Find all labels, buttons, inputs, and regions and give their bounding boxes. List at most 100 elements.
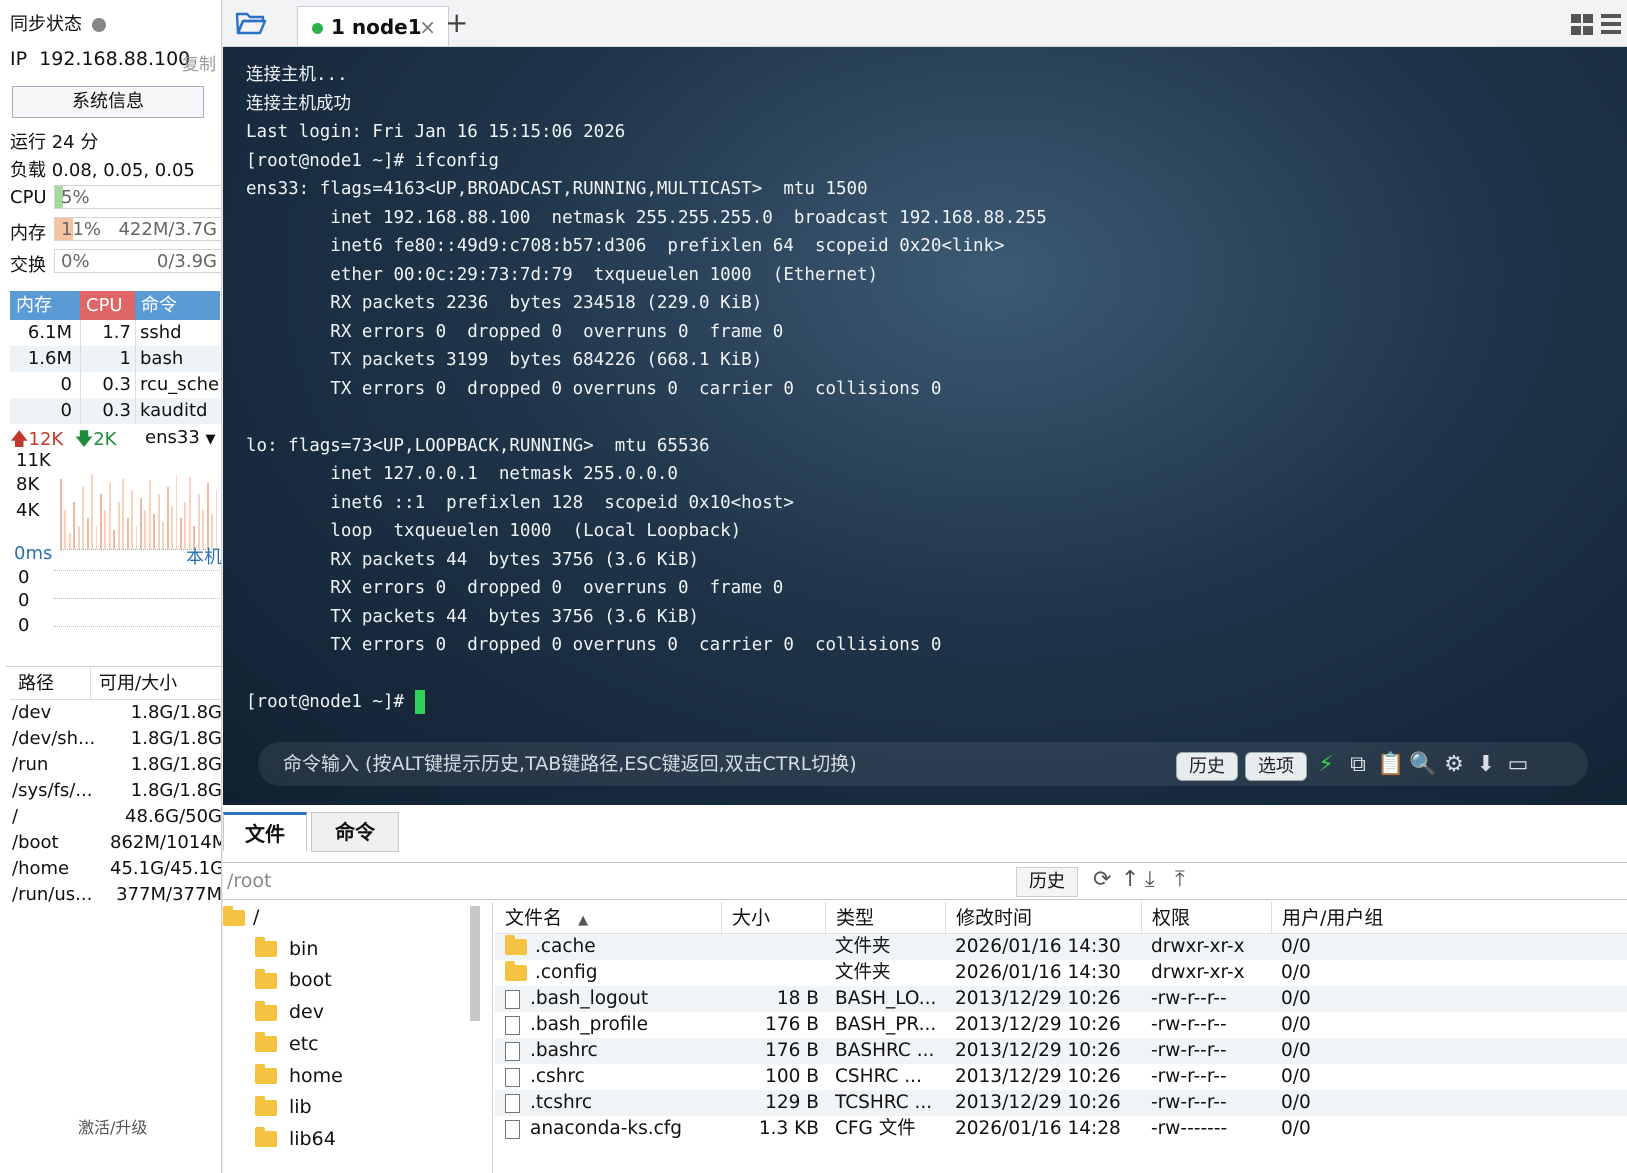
gear-icon[interactable]: ⚙ xyxy=(1441,752,1467,778)
add-tab-button[interactable]: + xyxy=(445,6,468,39)
disk-row[interactable]: /home 45.1G/45.1G xyxy=(10,856,221,882)
tree-item-bin[interactable]: bin xyxy=(255,937,318,960)
maximize-icon[interactable]: ▭ xyxy=(1505,752,1531,778)
copy-icon[interactable]: ⧉ xyxy=(1345,752,1371,778)
tree-item-lib[interactable]: lib xyxy=(255,1095,312,1118)
file-row[interactable]: .bash_profile 176 B BASH_PR... 2013/12/29 1… xyxy=(495,1012,1627,1038)
file-type: CFG 文件 xyxy=(835,1118,916,1139)
mem-percent: 11% xyxy=(61,219,102,240)
column-header-type[interactable]: 类型 xyxy=(825,902,945,933)
file-row[interactable]: .bash_logout 18 B BASH_LO... 2013/12/29 10:… xyxy=(495,986,1627,1012)
disk-row[interactable]: / 48.6G/50G xyxy=(10,804,221,830)
file-name: .bash_profile xyxy=(530,1014,649,1035)
disk-header-path[interactable]: 路径 xyxy=(10,668,90,699)
terminal-line: lo: flags=73<UP,LOOPBACK,RUNNING> mtu 65… xyxy=(246,435,710,456)
ping-grid-line xyxy=(54,598,220,599)
file-owner: 0/0 xyxy=(1281,1014,1311,1035)
disk-row[interactable]: /run 1.8G/1.8G xyxy=(10,752,221,778)
file-row[interactable]: .tcshrc 129 B TCSHRC ... 2013/12/29 10:26 -r… xyxy=(495,1090,1627,1116)
process-header-cmd[interactable]: 命令 xyxy=(135,291,220,320)
session-tab-node1[interactable]: 1 node1 × xyxy=(297,6,449,46)
process-table: 内存 CPU 命令 6.1M 1.7 sshd 1.6M 1 bash 0 0.3 rcu_sc… xyxy=(10,291,220,424)
upload-icon[interactable]: ⤒ xyxy=(1175,867,1185,892)
file-name: .cache xyxy=(535,936,596,957)
file-row[interactable]: .bashrc 176 B BASHRC ... 2013/12/29 10:26 -r… xyxy=(495,1038,1627,1064)
swap-meter: 0% 0/3.9G xyxy=(54,249,221,273)
terminal[interactable]: 连接主机... 连接主机成功 Last login: Fri Jan 16 15:1… xyxy=(223,47,1627,805)
file-permissions: -rw------- xyxy=(1151,1118,1228,1139)
layout-grid-icon[interactable] xyxy=(1571,14,1621,36)
disk-row[interactable]: /dev 1.8G/1.8G xyxy=(10,700,221,726)
disk-row[interactable]: /sys/fs/... 1.8G/1.8G xyxy=(10,778,222,804)
paste-icon[interactable]: 📋 xyxy=(1377,752,1404,778)
download-icon[interactable]: ⤓ xyxy=(1145,867,1155,892)
network-interface-select[interactable]: ens33 ▼ xyxy=(145,427,216,448)
history-button[interactable]: 历史 xyxy=(1176,752,1238,781)
refresh-icon[interactable]: ⟳ xyxy=(1093,867,1111,892)
file-row[interactable]: .cshrc 100 B CSHRC ... 2013/12/29 10:26 -rw-… xyxy=(495,1064,1627,1090)
process-row[interactable]: 0 0.3 kauditd xyxy=(10,398,220,424)
tab-files[interactable]: 文件 xyxy=(223,812,307,852)
arrow-down-icon[interactable]: ⬇ xyxy=(1473,752,1499,778)
folder-icon xyxy=(505,935,527,955)
process-header-mem[interactable]: 内存 xyxy=(10,291,80,320)
file-type: CSHRC ... xyxy=(835,1066,922,1087)
process-row[interactable]: 1.6M 1 bash xyxy=(10,346,220,372)
net-traffic-bar xyxy=(157,494,160,549)
disk-row[interactable]: /boot 862M/1014M xyxy=(10,830,221,856)
file-owner: 0/0 xyxy=(1281,1066,1311,1087)
file-owner: 0/0 xyxy=(1281,1092,1311,1113)
file-mtime: 2026/01/16 14:30 xyxy=(955,962,1121,983)
file-size: 18 B xyxy=(776,988,819,1009)
sync-status-dot-icon xyxy=(92,18,106,32)
disk-header-size[interactable]: 可用/大小 xyxy=(90,668,220,699)
column-header-size[interactable]: 大小 xyxy=(721,902,825,933)
path-input[interactable]: /root xyxy=(227,870,272,892)
tree-item-etc[interactable]: etc xyxy=(255,1032,319,1055)
copy-ip-button[interactable]: 复制 xyxy=(182,50,216,75)
file-manager-pane: 文件 命令 /root 历史 ⟳ ↑ ⤓ ⤒ / bin boot dev etc hom… xyxy=(223,805,1627,1173)
disk-row[interactable]: /dev/sh... 1.8G/1.8G xyxy=(10,726,221,752)
terminal-line: inet 192.168.88.100 netmask 255.255.255.… xyxy=(246,207,1047,228)
tree-item-label: home xyxy=(289,1064,343,1087)
file-name-cell: .bash_profile xyxy=(495,1012,721,1038)
process-cpu: 1 xyxy=(80,346,135,372)
tree-item-home[interactable]: home xyxy=(255,1064,343,1087)
system-info-button[interactable]: 系统信息 xyxy=(12,86,204,118)
activate-upgrade-link[interactable]: 激活/升级 xyxy=(78,1114,147,1138)
tree-item-boot[interactable]: boot xyxy=(255,968,332,991)
file-permissions: -rw-r--r-- xyxy=(1151,1014,1227,1035)
disk-table: 路径 可用/大小 /dev 1.8G/1.8G/dev/sh... 1.8G/1.8… xyxy=(10,668,222,908)
tree-scrollbar[interactable] xyxy=(470,906,480,1021)
process-table-header: 内存 CPU 命令 xyxy=(10,291,220,320)
file-row[interactable]: anaconda-ks.cfg 1.3 KB CFG 文件 2026/01/16 14… xyxy=(495,1116,1627,1142)
open-folder-icon[interactable] xyxy=(235,10,267,36)
tree-item-lib64[interactable]: lib64 xyxy=(255,1127,336,1150)
column-header-permissions[interactable]: 权限 xyxy=(1141,902,1271,933)
process-header-cpu[interactable]: CPU xyxy=(80,291,135,320)
sync-status-label: 同步状态 xyxy=(10,14,82,35)
column-header-mtime[interactable]: 修改时间 xyxy=(945,902,1141,933)
swap-amount: 0/3.9G xyxy=(156,251,217,272)
column-header-name[interactable]: 文件名 ▲ xyxy=(495,902,721,933)
load-average: 负载 0.08, 0.05, 0.05 xyxy=(10,160,195,181)
tab-commands[interactable]: 命令 xyxy=(311,812,399,852)
search-icon[interactable]: 🔍 xyxy=(1409,752,1436,778)
disk-row[interactable]: /run/us... 377M/377M xyxy=(10,882,221,908)
file-permissions: -rw-r--r-- xyxy=(1151,1092,1227,1113)
close-tab-icon[interactable]: × xyxy=(419,7,436,47)
file-row[interactable]: .config 文件夹 2026/01/16 14:30 drwxr-xr-x 0/0 xyxy=(495,960,1627,986)
column-header-owner[interactable]: 用户/用户组 xyxy=(1271,902,1421,933)
tree-item-dev[interactable]: dev xyxy=(255,1000,324,1023)
process-row[interactable]: 6.1M 1.7 sshd xyxy=(10,320,220,346)
path-history-button[interactable]: 历史 xyxy=(1016,867,1078,897)
parent-directory-icon[interactable]: ↑ xyxy=(1121,867,1139,892)
disk-size: 1.8G/1.8G xyxy=(130,780,222,801)
file-icon xyxy=(505,1041,520,1061)
options-button[interactable]: 选项 xyxy=(1245,752,1307,781)
process-row[interactable]: 0 0.3rcu_sched xyxy=(10,372,220,398)
lightning-icon[interactable]: ⚡ xyxy=(1313,752,1339,778)
file-row[interactable]: .cache 文件夹 2026/01/16 14:30 drwxr-xr-x 0/0 xyxy=(495,934,1627,960)
tree-item-root[interactable]: / xyxy=(223,905,259,928)
process-command: rcu_sched xyxy=(135,372,220,398)
